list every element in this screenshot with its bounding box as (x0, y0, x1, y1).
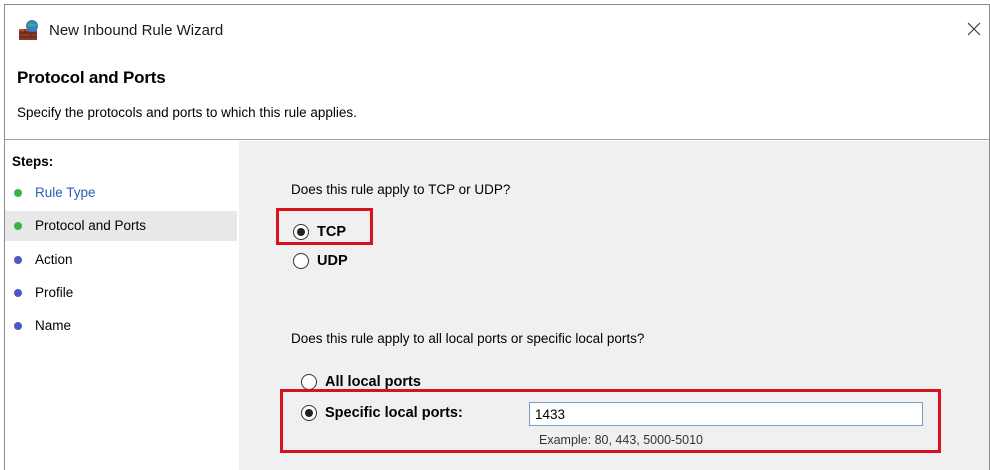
step-status-icon (14, 322, 22, 330)
step-name[interactable]: Name (5, 311, 237, 341)
step-action[interactable]: Action (5, 245, 237, 275)
specific-local-ports-radio[interactable]: Specific local ports: (301, 403, 501, 425)
step-status-icon (14, 256, 22, 264)
step-label: Action (35, 252, 73, 267)
step-profile[interactable]: Profile (5, 278, 237, 308)
steps-heading: Steps: (12, 154, 54, 169)
udp-radio[interactable]: UDP (293, 251, 363, 273)
step-rule-type[interactable]: Rule Type (5, 178, 237, 208)
specific-ports-input[interactable] (529, 402, 923, 426)
tcp-radio[interactable]: TCP (293, 222, 363, 244)
content-panel: Does this rule apply to TCP or UDP? TCP … (239, 141, 989, 470)
udp-radio-button[interactable] (293, 253, 309, 269)
title-bar: New Inbound Rule Wizard (5, 5, 989, 53)
step-label: Profile (35, 285, 74, 300)
window-title: New Inbound Rule Wizard (49, 22, 224, 39)
steps-panel: Steps: Rule Type Protocol and Ports Acti… (5, 141, 237, 470)
tcp-radio-button[interactable] (293, 224, 309, 240)
page-title: Protocol and Ports (17, 68, 166, 87)
step-status-icon (14, 222, 22, 230)
udp-radio-label: UDP (317, 253, 348, 269)
wizard-window: New Inbound Rule Wizard Protocol and Por… (4, 4, 990, 470)
ports-example-hint: Example: 80, 443, 5000-5010 (539, 433, 704, 447)
step-status-icon (14, 289, 22, 297)
step-protocol-and-ports[interactable]: Protocol and Ports (5, 211, 237, 241)
step-label: Protocol and Ports (35, 218, 147, 233)
all-local-ports-radio[interactable]: All local ports (301, 372, 451, 394)
specific-local-ports-label: Specific local ports: (325, 405, 463, 421)
step-label: Rule Type (35, 185, 96, 200)
protocol-question: Does this rule apply to TCP or UDP? (291, 182, 511, 197)
ports-question: Does this rule apply to all local ports … (291, 331, 645, 346)
step-status-icon (14, 189, 22, 197)
all-local-ports-label: All local ports (325, 374, 421, 390)
close-icon (967, 22, 981, 36)
firewall-icon (17, 19, 41, 43)
all-local-ports-radio-button[interactable] (301, 374, 317, 390)
close-button[interactable] (961, 15, 989, 45)
specific-local-ports-radio-button[interactable] (301, 405, 317, 421)
page-subtitle: Specify the protocols and ports to which… (17, 105, 357, 120)
step-label: Name (35, 318, 72, 333)
tcp-radio-label: TCP (317, 224, 346, 240)
